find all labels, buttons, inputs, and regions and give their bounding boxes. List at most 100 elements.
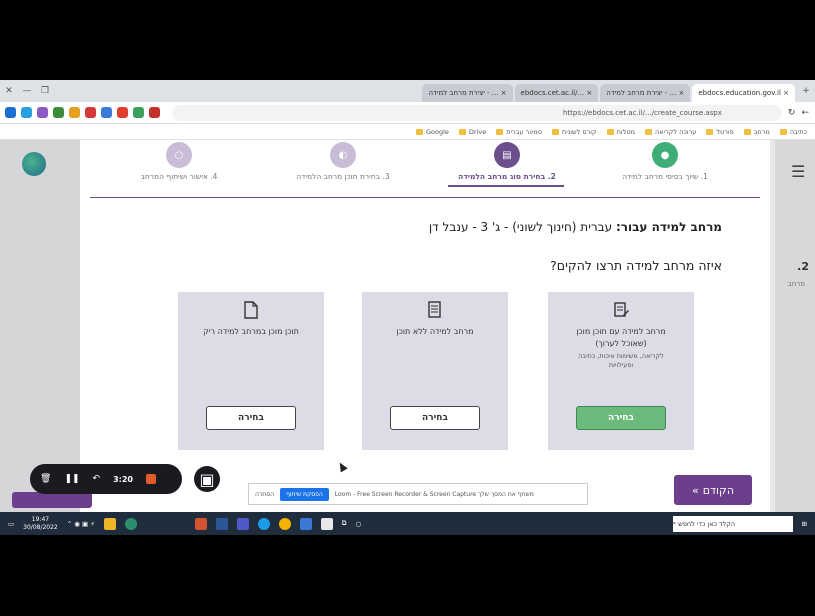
taskbar-clock[interactable]: 19:47 30/08/2022 xyxy=(23,516,58,530)
extension-icon[interactable] xyxy=(85,107,96,118)
stepper-divider xyxy=(90,197,760,198)
step-3-icon: ◐ xyxy=(330,142,356,168)
extension-icon[interactable] xyxy=(69,107,80,118)
choose-button[interactable]: בחירה xyxy=(576,406,666,430)
windows-start-icon[interactable]: ⊞ xyxy=(802,520,807,528)
question-heading: איזה מרחב למידה תרצו להקים? xyxy=(550,258,722,273)
pause-icon[interactable]: ❚❚ xyxy=(64,474,79,484)
url-field[interactable]: https://ebdocs.cet.ac.il/.../create_cour… xyxy=(172,104,782,121)
hide-share-button[interactable]: הסתרה xyxy=(255,491,274,498)
folder-icon xyxy=(743,128,751,135)
step-1-icon: ● xyxy=(652,142,678,168)
chrome-icon[interactable] xyxy=(278,517,291,530)
step-1[interactable]: ● 1. שיוך בסיסי מרחב למידה xyxy=(590,140,740,192)
loom-recording-controls: 🗑 ❚❚ ↶ 3:20 xyxy=(30,464,182,494)
folder-icon xyxy=(551,128,559,135)
browser-tab-bar: ✕ — ❐ יצירת מרחב למידה - ... × ebdocs.ce… xyxy=(0,80,815,102)
hamburger-icon[interactable]: ☰ xyxy=(791,162,807,181)
previous-button[interactable]: הקודם » xyxy=(674,475,752,505)
folder-icon xyxy=(496,128,504,135)
system-tray-icons[interactable]: ⌃ ◉ ▣ ⚡ xyxy=(67,520,95,528)
choose-button[interactable]: בחירה xyxy=(206,406,296,430)
trash-icon[interactable]: 🗑 xyxy=(40,474,51,484)
stop-sharing-button[interactable]: הפסקת שיתוף xyxy=(280,487,329,501)
reload-icon[interactable]: ↻ xyxy=(788,108,796,118)
folder-icon xyxy=(606,128,614,135)
camera-toggle-icon[interactable]: ▣ xyxy=(194,466,220,492)
teams-icon[interactable] xyxy=(236,517,249,530)
minimize-window-icon[interactable]: — xyxy=(18,86,36,96)
powerpoint-icon[interactable] xyxy=(194,517,207,530)
extension-icon[interactable] xyxy=(37,107,48,118)
word-icon[interactable] xyxy=(215,517,228,530)
folder-icon xyxy=(458,128,466,135)
notification-icon[interactable]: ▭ xyxy=(8,520,14,528)
screen-share-bar: הסתרה הפסקת שיתוף Loom - Free Screen Rec… xyxy=(248,483,588,505)
page-left-background xyxy=(0,140,80,518)
wizard-stepper: ● 1. שיוך בסיסי מרחב למידה ▤ 2. בחירת סו… xyxy=(80,140,770,192)
page-title: מרחב למידה עבור: עברית (חינוך לשוני) - ג… xyxy=(428,220,722,234)
bookmark[interactable]: מטלות xyxy=(606,128,635,136)
back-icon[interactable]: ← xyxy=(801,108,809,118)
browser-tab[interactable]: יצירת מרחב למידה - ... × xyxy=(422,84,513,102)
bookmark[interactable]: Google xyxy=(416,128,449,136)
page-right-background: ☰ .2 מרחב xyxy=(775,140,815,518)
share-bar-text: Loom - Free Screen Recorder & Screen Cap… xyxy=(334,490,534,498)
bookmark[interactable]: מרחב xyxy=(743,128,770,136)
bookmark[interactable]: ערוכה לקריאה xyxy=(645,128,696,136)
extension-icon[interactable] xyxy=(101,107,112,118)
new-tab-icon[interactable]: + xyxy=(797,86,815,96)
stop-recording-icon[interactable] xyxy=(145,474,156,484)
step-4-icon: ○ xyxy=(166,142,192,168)
extension-icon[interactable] xyxy=(21,107,32,118)
bookmark[interactable]: פורטל xyxy=(706,128,734,136)
restore-window-icon[interactable]: ❐ xyxy=(36,86,54,96)
screen: ✕ — ❐ יצירת מרחב למידה - ... × ebdocs.ce… xyxy=(0,80,815,535)
windows-taskbar: ▭ 19:47 30/08/2022 ⌃ ◉ ▣ ⚡ ⧉ ○ הקלד כאן … xyxy=(0,512,815,535)
task-view-icon[interactable]: ⧉ xyxy=(342,519,347,528)
browser-tab-active[interactable]: ebdocs.education.gov.il × xyxy=(692,84,795,102)
web-page: ☰ .2 מרחב ● 1. שיוך בסיסי מרחב למידה ▤ 2… xyxy=(0,140,815,518)
step-3[interactable]: ◐ 3. בחירת תוכן מרחב הלמידה xyxy=(268,140,418,192)
recording-timer: 3:20 xyxy=(113,474,133,484)
folder-icon xyxy=(779,128,787,135)
option-card-ready-content[interactable]: מרחב למידה עם תוכן מוכן (שאוכל לערוך) לק… xyxy=(548,292,694,450)
document-list-icon xyxy=(425,300,445,320)
step-4[interactable]: ○ 4. אישור ושיתוף המרחב xyxy=(104,140,254,192)
bookmark[interactable]: סמינר עברית xyxy=(496,128,542,136)
cortana-icon[interactable]: ○ xyxy=(355,520,361,528)
store-icon[interactable] xyxy=(320,517,333,530)
double-chevron-right-icon: » xyxy=(691,483,699,497)
blank-document-icon xyxy=(241,300,261,320)
folder-icon xyxy=(416,128,423,135)
extension-icon[interactable] xyxy=(53,107,64,118)
search-icon: ⌕ xyxy=(672,519,677,527)
bookmark[interactable]: כתיבה xyxy=(779,128,807,136)
bookmark[interactable]: קורס לשונית xyxy=(551,128,597,136)
extension-icon[interactable] xyxy=(149,107,160,118)
extension-icon[interactable] xyxy=(133,107,144,118)
close-window-icon[interactable]: ✕ xyxy=(0,86,18,96)
option-card-content-in-empty[interactable]: תוכן מוכן במרחב למידה ריק בחירה xyxy=(178,292,324,450)
edge-icon[interactable] xyxy=(257,517,270,530)
edit-document-icon xyxy=(611,300,631,320)
mail-icon[interactable] xyxy=(299,517,312,530)
browser-tab[interactable]: יצירת מרחב למידה - ... × xyxy=(600,84,691,102)
address-bar: https://ebdocs.cet.ac.il/.../create_cour… xyxy=(0,102,815,124)
weather-icon[interactable] xyxy=(103,517,116,530)
create-learning-space-dialog: ● 1. שיוך בסיסי מרחב למידה ▤ 2. בחירת סו… xyxy=(80,140,770,518)
extension-icon[interactable] xyxy=(5,107,16,118)
choose-button[interactable]: בחירה xyxy=(390,406,480,430)
next-button[interactable] xyxy=(12,492,92,508)
taskbar-search-input[interactable]: הקלד כאן כדי לחפש ⌕ xyxy=(672,515,793,532)
undo-icon[interactable]: ↶ xyxy=(93,474,101,484)
option-card-empty-space[interactable]: מרחב למידה ללא תוכן בחירה xyxy=(362,292,508,450)
globe-logo-icon xyxy=(22,152,46,176)
app-icon[interactable] xyxy=(124,517,137,530)
browser-tab[interactable]: ebdocs.cet.ac.il/... × xyxy=(514,84,599,102)
extension-icon[interactable] xyxy=(117,107,128,118)
active-step-underline xyxy=(448,185,564,187)
folder-icon xyxy=(706,128,714,135)
bookmark[interactable]: Drive xyxy=(458,128,486,136)
step-2-icon: ▤ xyxy=(494,142,520,168)
